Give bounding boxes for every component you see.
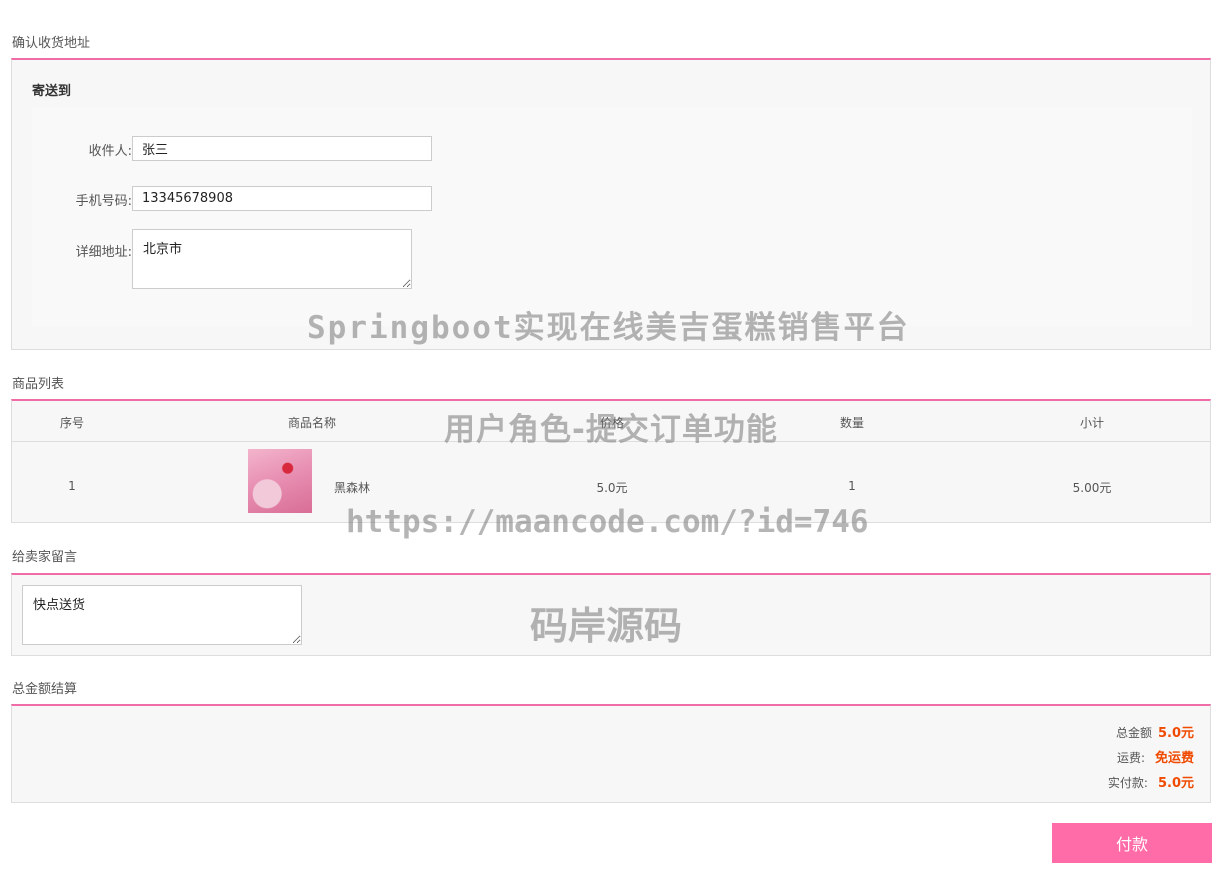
column-header-subtotal: 小计 (1079, 416, 1104, 430)
total-section-title: 总金额结算 (12, 682, 78, 697)
paid-value: 5.0元 (1157, 776, 1194, 791)
ship-to-title: 寄送到 (32, 84, 72, 99)
phone-label: 手机号码: (75, 194, 132, 209)
product-image[interactable] (248, 449, 312, 513)
paid-row: 实付款: 5.0元 (1108, 772, 1194, 791)
shipping-value: 免运费 (1154, 751, 1194, 766)
message-section-title: 给卖家留言 (12, 550, 78, 565)
address-panel: 寄送到 收件人: 手机号码: 详细地址: 北京市 (11, 58, 1211, 350)
column-header-name: 商品名称 (287, 416, 336, 430)
pay-button[interactable]: 付款 (1052, 823, 1212, 863)
total-amount-label: 总金额 (1115, 726, 1152, 740)
receiver-input[interactable] (132, 136, 432, 161)
address-label: 详细地址: (75, 245, 132, 260)
paid-label: 实付款: (1107, 776, 1148, 790)
column-header-quantity: 数量 (839, 416, 864, 430)
row-index: 1 (68, 479, 76, 493)
total-amount-row: 总金额 5.0元 (1116, 722, 1194, 741)
address-form: 收件人: 手机号码: 详细地址: 北京市 (32, 108, 1192, 326)
address-textarea[interactable]: 北京市 (132, 229, 412, 289)
shipping-label: 运费: (1116, 751, 1145, 765)
product-price: 5.0元 (596, 481, 628, 495)
message-panel: 快点送货 (11, 573, 1211, 656)
product-subtotal: 5.00元 (1072, 481, 1112, 495)
column-header-index: 序号 (59, 416, 84, 430)
product-section-title: 商品列表 (12, 377, 65, 392)
shipping-row: 运费: 免运费 (1117, 747, 1194, 766)
product-table: 序号 商品名称 价格 数量 小计 1 黑森林 5.0元 1 5.00元 (11, 399, 1211, 523)
total-panel: 总金额 5.0元 运费: 免运费 实付款: 5.0元 (11, 704, 1211, 803)
phone-input[interactable] (132, 186, 432, 211)
address-section-title: 确认收货地址 (12, 36, 91, 51)
total-amount-value: 5.0元 (1157, 726, 1194, 741)
table-header: 序号 商品名称 价格 数量 小计 (12, 401, 1210, 442)
product-name[interactable]: 黑森林 (322, 479, 382, 496)
column-header-price: 价格 (599, 416, 624, 430)
product-quantity: 1 (848, 479, 856, 493)
message-textarea[interactable]: 快点送货 (22, 585, 302, 645)
receiver-label: 收件人: (88, 144, 132, 159)
